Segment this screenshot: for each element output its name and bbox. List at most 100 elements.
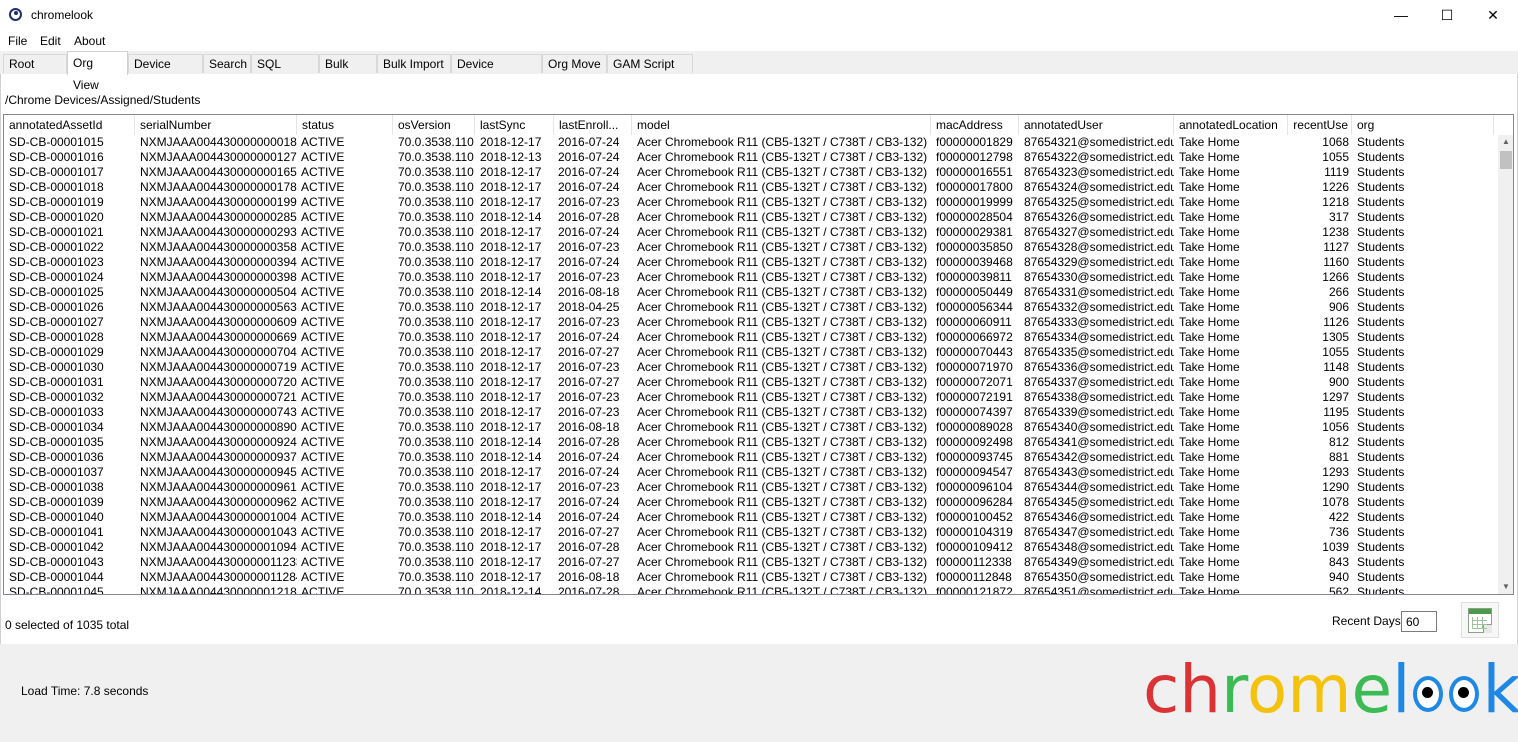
cell-serial-number: NXMJAAA00443000000066972 [140, 330, 297, 344]
cell-annotated-location: Take Home [1179, 435, 1240, 449]
device-table[interactable]: annotatedAssetId serialNumber status osV… [3, 114, 1514, 595]
column-header-model[interactable]: model [632, 115, 931, 135]
column-header-recentuse[interactable]: recentUse [1288, 115, 1352, 135]
cell-last-enroll: 2016-07-23 [558, 405, 620, 419]
table-row[interactable]: SD-CB-00001018 NXMJAAA00443000000017800 AC… [4, 180, 1496, 195]
table-row[interactable]: SD-CB-00001034 NXMJAAA00443000000089028 AC… [4, 420, 1496, 435]
scroll-down-icon[interactable]: ▼ [1498, 580, 1513, 594]
table-row[interactable]: SD-CB-00001022 NXMJAAA00443000000035850 AC… [4, 240, 1496, 255]
cell-annotated-user: 87654343@somedistrict.edu [1024, 465, 1174, 479]
table-row[interactable]: SD-CB-00001019 NXMJAAA00443000000019999 AC… [4, 195, 1496, 210]
cell-last-enroll: 2016-07-23 [558, 240, 620, 254]
table-row[interactable]: SD-CB-00001025 NXMJAAA00443000000050449 AC… [4, 285, 1496, 300]
recent-days-input[interactable] [1401, 611, 1437, 632]
cell-recent-use: 1148 [1323, 360, 1349, 374]
cell-serial-number: NXMJAAA00443000000029381 [140, 225, 297, 239]
export-spreadsheet-button[interactable] [1461, 602, 1499, 638]
table-row[interactable]: SD-CB-00001030 NXMJAAA00443000000071970 AC… [4, 360, 1496, 375]
cell-os-version: 70.0.3538.110 [398, 255, 474, 269]
table-row[interactable]: SD-CB-00001044 NXMJAAA00443000000112848 AC… [4, 570, 1496, 585]
table-row[interactable]: SD-CB-00001045 NXMJAAA00443000000121872 AC… [4, 585, 1496, 595]
table-row[interactable]: SD-CB-00001016 NXMJAAA00443000000012798 AC… [4, 150, 1496, 165]
cell-recent-use: 1290 [1322, 480, 1349, 494]
table-row[interactable]: SD-CB-00001039 NXMJAAA00443000000096284 AC… [4, 495, 1496, 510]
cell-model: Acer Chromebook R11 (CB5-132T / C738T / … [637, 255, 928, 269]
column-header-annotatedlocation[interactable]: annotatedLocation [1174, 115, 1288, 135]
table-row[interactable]: SD-CB-00001040 NXMJAAA00443000000100452 AC… [4, 510, 1496, 525]
cell-model: Acer Chromebook R11 (CB5-132T / C738T / … [637, 435, 928, 449]
tab-device-replace[interactable]: Device Replace [451, 54, 542, 90]
cell-recent-use: 1119 [1324, 165, 1349, 179]
menu-about[interactable]: About [74, 34, 105, 48]
cell-model: Acer Chromebook R11 (CB5-132T / C738T / … [637, 330, 928, 344]
scroll-up-icon[interactable]: ▲ [1498, 135, 1513, 149]
vertical-scrollbar[interactable]: ▲ ▼ [1498, 135, 1513, 594]
column-header-lastenroll[interactable]: lastEnroll... [554, 115, 632, 135]
cell-status: ACTIVE [301, 315, 345, 329]
tab-search[interactable]: Search [203, 54, 251, 73]
tab-device-view[interactable]: Device View [128, 54, 203, 90]
table-row[interactable]: SD-CB-00001027 NXMJAAA00443000000060911 AC… [4, 315, 1496, 330]
table-row[interactable]: SD-CB-00001035 NXMJAAA00443000000092498 AC… [4, 435, 1496, 450]
table-row[interactable]: SD-CB-00001038 NXMJAAA00443000000096104 AC… [4, 480, 1496, 495]
maximize-icon[interactable]: ☐ [1424, 0, 1470, 31]
cell-annotated-location: Take Home [1179, 135, 1240, 149]
table-row[interactable]: SD-CB-00001037 NXMJAAA00443000000094547 AC… [4, 465, 1496, 480]
cell-annotated-location: Take Home [1179, 240, 1240, 254]
column-header-annotatedassetid[interactable]: annotatedAssetId [4, 115, 135, 135]
cell-org: Students [1357, 375, 1405, 389]
table-row[interactable]: SD-CB-00001017 NXMJAAA00443000000016551 AC… [4, 165, 1496, 180]
table-row[interactable]: SD-CB-00001028 NXMJAAA00443000000066972 AC… [4, 330, 1496, 345]
cell-org: Students [1357, 285, 1405, 299]
table-row[interactable]: SD-CB-00001020 NXMJAAA00443000000028504 AC… [4, 210, 1496, 225]
scroll-thumb[interactable] [1500, 151, 1512, 169]
tab-bulk-import[interactable]: Bulk Import [377, 54, 451, 73]
menu-edit[interactable]: Edit [40, 34, 61, 48]
table-row[interactable]: SD-CB-00001032 NXMJAAA00443000000072191 AC… [4, 390, 1496, 405]
cell-org: Students [1357, 420, 1405, 434]
column-header-lastsync[interactable]: lastSync [475, 115, 554, 135]
table-row[interactable]: SD-CB-00001029 NXMJAAA00443000000070443 AC… [4, 345, 1496, 360]
tab-sql-query[interactable]: SQL Query [251, 54, 319, 90]
tab-org-move[interactable]: Org Move [542, 54, 607, 73]
menu-file[interactable]: File [8, 34, 27, 48]
column-header-serialnumber[interactable]: serialNumber [135, 115, 297, 135]
tab-gam-script[interactable]: GAM Script (0) [607, 54, 693, 90]
minimize-icon[interactable]: — [1378, 0, 1424, 31]
column-header-annotateduser[interactable]: annotatedUser [1019, 115, 1174, 135]
cell-mac-address: f00000070443 [936, 345, 1013, 359]
tab-bulk-edit[interactable]: Bulk Edit [319, 54, 377, 90]
close-icon[interactable]: ✕ [1470, 0, 1516, 31]
table-row[interactable]: SD-CB-00001023 NXMJAAA00443000000039468 AC… [4, 255, 1496, 270]
cell-recent-use: 422 [1328, 510, 1349, 524]
cell-model: Acer Chromebook R11 (CB5-132T / C738T / … [637, 150, 928, 164]
cell-mac-address: f00000121872 [936, 585, 1013, 595]
table-row[interactable]: SD-CB-00001043 NXMJAAA00443000000112338 AC… [4, 555, 1496, 570]
table-row[interactable]: SD-CB-00001015 NXMJAAA00443000000001829 AC… [4, 135, 1496, 150]
column-header-osversion[interactable]: osVersion [393, 115, 475, 135]
table-row[interactable]: SD-CB-00001026 NXMJAAA00443000000056344 AC… [4, 300, 1496, 315]
table-row[interactable]: SD-CB-00001021 NXMJAAA00443000000029381 AC… [4, 225, 1496, 240]
cell-status: ACTIVE [301, 330, 345, 344]
table-row[interactable]: SD-CB-00001042 NXMJAAA00443000000109412 AC… [4, 540, 1496, 555]
column-header-status[interactable]: status [297, 115, 393, 135]
cell-model: Acer Chromebook R11 (CB5-132T / C738T / … [637, 390, 928, 404]
cell-mac-address: f00000028504 [936, 210, 1013, 224]
table-row[interactable]: SD-CB-00001031 NXMJAAA00443000000072071 AC… [4, 375, 1496, 390]
breadcrumb: /Chrome Devices/Assigned/Students [5, 93, 201, 107]
table-row[interactable]: SD-CB-00001041 NXMJAAA00443000000104319 AC… [4, 525, 1496, 540]
tab-org-view[interactable]: Org View [67, 51, 128, 92]
cell-model: Acer Chromebook R11 (CB5-132T / C738T / … [637, 495, 928, 509]
table-row[interactable]: SD-CB-00001033 NXMJAAA00443000000074397 AC… [4, 405, 1496, 420]
cell-serial-number: NXMJAAA00443000000093745 [140, 450, 297, 464]
column-header-org[interactable]: org [1352, 115, 1494, 135]
cell-status: ACTIVE [301, 555, 345, 569]
cell-annotated-user: 87654351@somedistrict.edu [1024, 585, 1174, 595]
cell-annotated-location: Take Home [1179, 180, 1240, 194]
cell-org: Students [1357, 585, 1405, 595]
cell-asset-id: SD-CB-00001026 [9, 300, 104, 314]
tab-root-view[interactable]: Root View [3, 54, 67, 90]
column-header-macaddress[interactable]: macAddress [931, 115, 1019, 135]
table-row[interactable]: SD-CB-00001024 NXMJAAA00443000000039811 AC… [4, 270, 1496, 285]
table-row[interactable]: SD-CB-00001036 NXMJAAA00443000000093745 AC… [4, 450, 1496, 465]
